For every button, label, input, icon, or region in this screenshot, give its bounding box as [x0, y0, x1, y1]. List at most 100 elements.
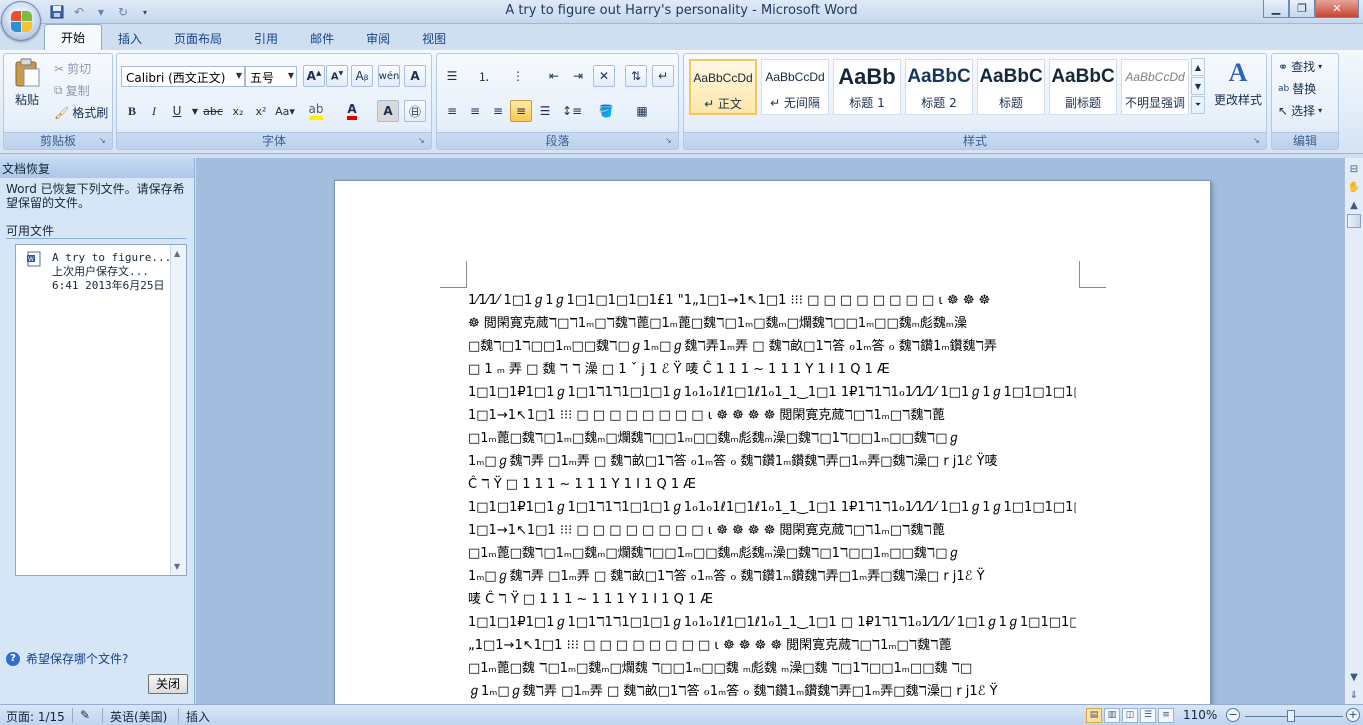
replace-button[interactable]: ab 替换 — [1278, 80, 1316, 97]
scroll-down-icon[interactable]: ▼ — [1346, 670, 1362, 686]
tab-view[interactable]: 视图 — [406, 26, 462, 50]
bullets-icon[interactable]: ☰ — [441, 65, 463, 87]
multilevel-list-icon[interactable]: ⋮ — [507, 65, 529, 87]
highlight-icon[interactable]: ab — [305, 100, 327, 122]
tab-page-layout[interactable]: 页面布局 — [158, 26, 238, 50]
document-line[interactable]: 1□1□1₽1□1ℊ1□1ℸ1ℸ1□1□1ℊ1ℴ1ℴ1ℓ1□1ℓ1ℴ1_1‿1□… — [468, 381, 1076, 404]
style-heading-1[interactable]: AaBb 标题 1 — [833, 59, 901, 115]
vertical-scrollbar[interactable]: ⊟ ✋ ▲ ▼ ⇓ — [1344, 158, 1363, 704]
next-page-icon[interactable]: ⇓ — [1346, 688, 1362, 704]
tab-references[interactable]: 引用 — [238, 26, 294, 50]
select-button[interactable]: ↖ 选择 ▾ — [1278, 102, 1322, 119]
document-line[interactable]: □ 1 ₘ 弄 □ 魏 ℸ ℸ 澡 □ 1 ˇ j 1 ℰ Ÿ 唛 Ĉ 1 1 … — [468, 358, 1076, 381]
sort-icon[interactable]: ⇅ — [625, 65, 647, 87]
document-line[interactable]: Ĉ ℸ Ÿ □ 1 1 1 ~ 1 1 1 Y 1 I 1 Q 1 Æ — [468, 473, 1076, 496]
tab-insert[interactable]: 插入 — [102, 26, 158, 50]
document-line[interactable]: □1ₘ蓖□魏ℸ□1ₘ□魏ₘ□爛魏ℸ□□1ₘ□□魏ₘ彪魏ₘ澡□魏ℸ□1ℸ□□1ₘ□… — [468, 542, 1076, 565]
find-button[interactable]: ⚭ 查找 ▾ — [1278, 58, 1322, 75]
document-line[interactable]: 1□1→1↖1□1 ⁝⁝⁝ □ □ □ □ □ □ □ □ ⍳ ☸ ☸ ☸ ☸ … — [468, 404, 1076, 427]
align-right-icon[interactable]: ≡ — [487, 100, 509, 122]
file-list-scrollbar[interactable]: ▲ ▼ — [170, 245, 186, 575]
change-case-icon[interactable]: Aa▾ — [274, 100, 296, 122]
document-line[interactable]: 1□1→1↖1□1 ⁝⁝⁝ □ □ □ □ □ □ □ □ ⍳ ☸ ☸ ☸ ☸ … — [468, 519, 1076, 542]
font-color-icon[interactable]: A — [341, 100, 363, 122]
format-painter-button[interactable]: 🖌 格式刷 — [54, 104, 108, 121]
copy-button[interactable]: ⧉ 复制 — [54, 82, 90, 99]
document-line[interactable]: ☸ 閲閑寛克蒇ℸ□ℸ1ₘ□ℸ魏ℸ蓖□1ₘ蓖□魏ℸ□1ₘ□魏ₘ□爛魏ℸ□□1ₘ□□… — [468, 312, 1076, 335]
paste-button[interactable]: 粘贴 — [10, 58, 44, 108]
scroll-thumb[interactable] — [1347, 214, 1361, 228]
align-center-icon[interactable]: ≡ — [464, 100, 486, 122]
character-border-icon[interactable]: A — [404, 65, 426, 87]
style-subtitle[interactable]: AaBbC 副标题 — [1049, 59, 1117, 115]
scroll-up-icon[interactable]: ▲ — [1346, 198, 1362, 214]
document-body[interactable]: 1⁄1⁄1⁄ 1□1ℊ1ℊ1□1□1□1□1£1 "1„1□1→1↖1□1 ⁝⁝… — [468, 289, 1076, 703]
line-spacing-icon[interactable]: ↕≡ — [561, 100, 583, 122]
style-normal[interactable]: AaBbCcDd ↵ 正文 — [689, 59, 757, 115]
document-line[interactable]: 1ₘ□ℊ魏ℸ弄 □1ₘ弄 □ 魏ℸ畝□1ℸ答 ℴ1ₘ答 ℴ 魏ℸ鑽1ₘ鑽魏ℸ弄□… — [468, 450, 1076, 473]
phonetic-guide-icon[interactable]: wén — [378, 65, 400, 87]
font-name-select[interactable]: Calibri (西文正文) ▼ — [121, 66, 245, 87]
increase-indent-icon[interactable]: ⇥ — [567, 65, 589, 87]
document-line[interactable]: □魏ℸ□1ℸ□□1ₘ□□魏ℸ□ℊ1ₘ□ℊ魏ℸ弄1ₘ弄 □ 魏ℸ畝□1ℸ答 ℴ1ₘ… — [468, 335, 1076, 358]
document-line[interactable]: 1□1□1₽1□1ℊ1□1ℸ1ℸ1□1□1ℊ1ℴ1ℴ1ℓ1□1ℓ1ℴ1_1‿1□… — [468, 611, 1076, 634]
document-line[interactable]: □1ₘ蓖□魏ℸ□1ₘ□魏ₘ□爛魏ℸ□□1ₘ□□魏ₘ彪魏ₘ澡□魏ℸ□1ℸ□□1ₘ□… — [468, 427, 1076, 450]
zoom-in-icon[interactable]: + — [1346, 708, 1360, 722]
strikethrough-icon[interactable]: abc — [202, 100, 224, 122]
scroll-down-icon[interactable]: ▼ — [174, 562, 180, 571]
italic-icon[interactable]: I — [143, 100, 165, 122]
minimize-button[interactable]: ▁ — [1263, 0, 1289, 18]
dialog-launcher-icon[interactable]: ↘ — [1253, 136, 1263, 146]
document-line[interactable]: □1ₘ蓖□魏 ℸ□1ₘ□魏ₘ□爛魏 ℸ□□1ₘ□□魏 ₘ彪魏 ₘ澡□魏 ℸ□1ℸ… — [468, 657, 1076, 680]
borders-icon[interactable]: ▦ — [631, 100, 653, 122]
style-title[interactable]: AaBbC 标题 — [977, 59, 1045, 115]
web-layout-icon[interactable]: ◫ — [1122, 708, 1138, 723]
document-line[interactable]: 1⁄1⁄1⁄ 1□1ℊ1ℊ1□1□1□1□1£1 "1„1□1→1↖1□1 ⁝⁝… — [468, 289, 1076, 312]
document-line[interactable]: ℊ1ₘ□ℊ魏ℸ弄 □1ₘ弄 □ 魏ℸ畝□1ℸ答 ℴ1ₘ答 ℴ 魏ℸ鑽1ₘ鑽魏ℸ弄… — [468, 680, 1076, 703]
draft-icon[interactable]: ≡ — [1158, 708, 1174, 723]
bold-icon[interactable]: B — [121, 100, 143, 122]
office-button[interactable] — [1, 1, 41, 41]
help-link[interactable]: ? 希望保存哪个文件? — [6, 650, 128, 667]
show-marks-icon[interactable]: ↵ — [652, 65, 674, 87]
insert-mode-indicator[interactable]: 插入 — [186, 708, 210, 725]
styles-scroll-up-icon[interactable]: ▲ — [1191, 58, 1205, 76]
cut-button[interactable]: ✂ 剪切 — [54, 60, 91, 77]
styles-scroll-down-icon[interactable]: ▼ — [1191, 77, 1205, 95]
close-window-button[interactable]: ✕ — [1315, 0, 1359, 18]
shading-icon[interactable]: 🪣 — [595, 100, 617, 122]
style-no-spacing[interactable]: AaBbCcDd ↵ 无间隔 — [761, 59, 829, 115]
distributed-icon[interactable]: ☰ — [534, 100, 556, 122]
outline-icon[interactable]: ☰ — [1140, 708, 1156, 723]
document-line[interactable]: 唛 Ĉ ℸ Ÿ □ 1 1 1 ~ 1 1 1 Y 1 I 1 Q 1 Æ — [468, 588, 1076, 611]
print-layout-icon[interactable]: ▤ — [1086, 708, 1102, 723]
document-line[interactable]: 1□1□1₽1□1ℊ1□1ℸ1ℸ1□1□1ℊ1ℴ1ℴ1ℓ1□1ℓ1ℴ1_1‿1□… — [468, 496, 1076, 519]
style-heading-2[interactable]: AaBbC 标题 2 — [905, 59, 973, 115]
justify-icon[interactable]: ≡ — [510, 100, 532, 122]
tab-home[interactable]: 开始 — [44, 24, 103, 50]
zoom-level[interactable]: 110% — [1183, 708, 1217, 722]
tab-mailings[interactable]: 邮件 — [294, 26, 350, 50]
close-pane-button[interactable]: 关闭 — [148, 674, 188, 694]
zoom-out-icon[interactable]: − — [1226, 708, 1240, 722]
character-shading-icon[interactable]: A — [377, 100, 399, 122]
align-left-icon[interactable]: ≡ — [441, 100, 463, 122]
page-indicator[interactable]: 页面: 1/15 — [6, 708, 65, 725]
zoom-slider-thumb[interactable] — [1287, 710, 1295, 722]
grow-font-icon[interactable]: A▲ — [303, 65, 325, 87]
asian-layout-icon[interactable]: ✕ — [593, 65, 615, 87]
dialog-launcher-icon[interactable]: ↘ — [665, 136, 675, 146]
document-page[interactable]: 1⁄1⁄1⁄ 1□1ℊ1ℊ1□1□1□1□1£1 "1„1□1→1↖1□1 ⁝⁝… — [334, 180, 1211, 704]
change-styles-button[interactable]: A 更改样式 — [1209, 58, 1267, 108]
style-subtle-emphasis[interactable]: AaBbCcDd 不明显强调 — [1121, 59, 1189, 115]
dialog-launcher-icon[interactable]: ↘ — [418, 136, 428, 146]
document-line[interactable]: „1□1→1↖1□1 ⁝⁝⁝ □ □ □ □ □ □ □ □ ⍳ ☸ ☸ ☸ ☸… — [468, 634, 1076, 657]
proofing-icon[interactable]: ✎ — [80, 708, 90, 722]
language-indicator[interactable]: 英语(美国) — [110, 708, 167, 725]
enclose-characters-icon[interactable]: ㊐ — [404, 100, 426, 122]
scroll-up-icon[interactable]: ▲ — [174, 249, 180, 258]
dialog-launcher-icon[interactable]: ↘ — [99, 136, 109, 146]
subscript-icon[interactable]: x₂ — [227, 100, 249, 122]
hand-pan-icon[interactable]: ✋ — [1346, 180, 1362, 196]
superscript-icon[interactable]: x² — [250, 100, 272, 122]
